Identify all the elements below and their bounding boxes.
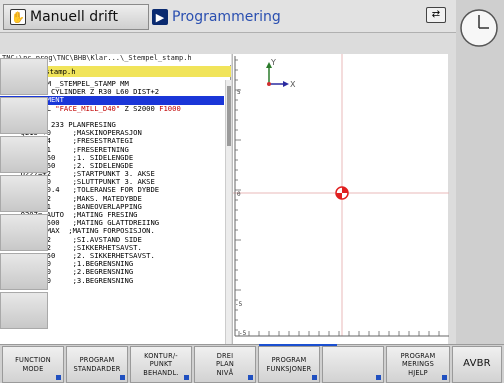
- axis-y-label: Y: [270, 58, 276, 67]
- vertical-softkey-bar: [456, 0, 504, 383]
- softkey-corner-marker: [56, 375, 61, 380]
- softkey-corner-marker: [376, 375, 381, 380]
- softkey-label-line: KONTUR/-: [144, 351, 178, 360]
- hand-icon: ✋: [10, 9, 26, 25]
- side-softkey-7[interactable]: [0, 292, 48, 329]
- bottom-ruler-ticks: [238, 331, 440, 336]
- axis-x-label: X: [290, 80, 296, 89]
- softkey-label-line: MODE: [22, 364, 44, 373]
- side-softkey-3[interactable]: [0, 136, 48, 173]
- side-softkey-2[interactable]: [0, 97, 48, 134]
- softkey-program-functions[interactable]: PROGRAM FUNKSJONER: [258, 346, 320, 383]
- left-ruler-label-minus5: -5: [235, 301, 243, 308]
- simulation-graphics[interactable]: 5 0 -5 -5 Y X: [232, 54, 449, 344]
- side-softkey-5[interactable]: [0, 214, 48, 251]
- softkey-corner-marker: [184, 375, 189, 380]
- softkey-tilt-working-plane[interactable]: DREI PLAN NIVÅ: [194, 346, 256, 383]
- clock-icon: [460, 9, 498, 47]
- swap-arrows-icon[interactable]: ⇄: [426, 7, 446, 23]
- softkey-label-line: STANDARDER: [73, 364, 121, 373]
- graphics-canvas: 5 0 -5 -5 Y X: [233, 54, 449, 337]
- datum-point-icon: [335, 186, 349, 200]
- softkey-corner-marker: [120, 375, 125, 380]
- tool-name: "FACE_MILL_D40": [55, 104, 121, 113]
- softkey-label-line: PROGRAM: [400, 351, 436, 360]
- softkey-label-line: PROGRAM: [271, 356, 307, 364]
- mode-programming[interactable]: ▶ Programmering: [152, 4, 427, 30]
- softkey-label-line: PUNKT: [149, 360, 173, 369]
- top-bar: ✋ Manuell drift ▶ Programmering ⇄: [0, 0, 456, 33]
- mode-manual-operation[interactable]: ✋ Manuell drift: [3, 4, 149, 30]
- softkey-label-line: PROGRAM: [79, 356, 115, 364]
- bottom-ruler-label-minus5: -5: [239, 330, 247, 337]
- scrollbar-thumb[interactable]: [227, 86, 231, 146]
- mode-right-label: Programmering: [172, 9, 281, 25]
- left-ruler-label-0: 0: [237, 191, 241, 198]
- softkey-program-defaults[interactable]: PROGRAM STANDARDER: [66, 346, 128, 383]
- vertical-scrollbar[interactable]: [225, 80, 231, 344]
- softkey-label-line: NIVÅ: [216, 368, 234, 377]
- softkey-programming-help[interactable]: PROGRAM MERINGS HJELP: [386, 346, 450, 383]
- softkey-corner-marker: [312, 375, 317, 380]
- side-softkey-4[interactable]: [0, 175, 48, 212]
- mode-left-label: Manuell drift: [30, 9, 118, 25]
- axis-indicator: Y X: [266, 58, 296, 89]
- softkey-label-line: BEHANDL.: [143, 368, 179, 377]
- line-params: Z S2000: [120, 104, 160, 113]
- softkey-empty[interactable]: [322, 346, 384, 383]
- softkey-cancel[interactable]: AVBR: [452, 346, 502, 383]
- softkey-label-line: FUNCTION: [15, 356, 51, 364]
- softkey-label-line: PLAN: [215, 360, 235, 369]
- feed-value: F1000: [159, 104, 181, 113]
- softkey-contour-point-processing[interactable]: KONTUR/- PUNKT BEHANDL.: [130, 346, 192, 383]
- cnc-control-screen: { "header": { "mode_left": "Manuell drif…: [0, 0, 504, 383]
- side-softkey-1[interactable]: [0, 58, 48, 95]
- side-softkey-6[interactable]: [0, 253, 48, 290]
- softkey-corner-marker: [442, 375, 447, 380]
- softkey-label-line: AVBR: [463, 358, 491, 370]
- softkey-label-line: FUNKSJONER: [266, 364, 312, 373]
- softkey-label-line: HJELP: [408, 368, 428, 377]
- softkey-label-line: DREI: [216, 351, 234, 360]
- softkey-function-mode[interactable]: FUNCTION MODE: [2, 346, 64, 383]
- softkey-label-line: MERINGS: [401, 360, 434, 369]
- softkey-corner-marker: [248, 375, 253, 380]
- program-icon: ▶: [152, 9, 168, 25]
- left-ruler-label-5: 5: [237, 89, 241, 96]
